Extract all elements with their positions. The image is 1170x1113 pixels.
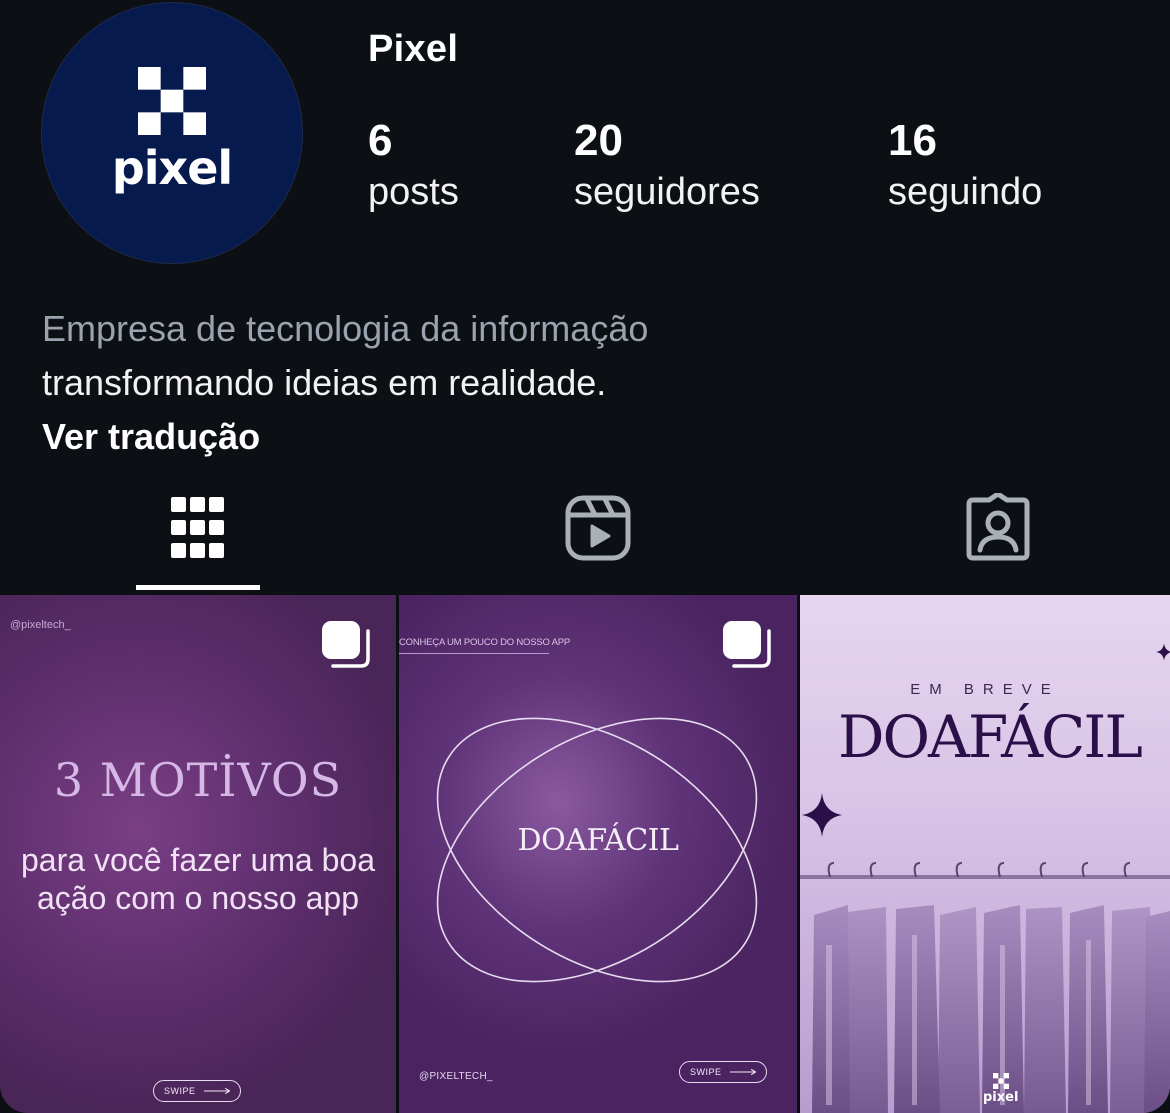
following-label: seguindo xyxy=(888,171,1043,213)
clothing-rack-image xyxy=(800,862,1170,1113)
post-1-handle: @pixeltech_ xyxy=(10,619,71,631)
swipe-indicator: SWIPE xyxy=(679,1061,767,1083)
avatar-logo-text: pixel xyxy=(111,141,233,195)
pixel-logo-icon xyxy=(138,67,206,135)
post-3-logo-text: pixel xyxy=(983,1090,1019,1105)
swipe-indicator: SWIPE xyxy=(153,1080,241,1102)
bio-line-1: Empresa de tecnologia da informação xyxy=(42,308,649,349)
tab-reels[interactable] xyxy=(558,488,638,568)
post-2-handle: @PIXELTECH_ xyxy=(419,1071,493,1082)
posts-stat[interactable]: 6 posts xyxy=(368,116,459,218)
see-translation-link[interactable]: Ver tradução xyxy=(42,410,648,464)
posts-label: posts xyxy=(368,171,459,213)
pixel-logo-icon xyxy=(992,1073,1009,1089)
followers-count: 20 xyxy=(574,116,623,165)
tagged-icon xyxy=(966,493,1030,561)
tab-tagged[interactable] xyxy=(958,488,1038,568)
carousel-icon xyxy=(322,621,370,668)
post-3-logo: pixel xyxy=(983,1073,1018,1105)
grid-icon xyxy=(171,497,224,558)
sparkle-icon xyxy=(1156,643,1170,661)
post-tile-1[interactable]: @pixeltech_ 3 MOTİVOS para você fazer um… xyxy=(0,595,396,1113)
profile-username: Pixel xyxy=(368,28,459,70)
posts-count: 6 xyxy=(368,116,393,165)
arrow-right-icon xyxy=(729,1068,756,1076)
post-tile-2[interactable]: CONHEÇA UM POUCO DO NOSSO APP DOAFÁCIL @… xyxy=(399,595,797,1113)
arrow-right-icon xyxy=(203,1087,230,1095)
sparkle-icon xyxy=(802,793,842,837)
post-3-title: DOAFÁCIL xyxy=(838,703,1143,771)
profile-bio: Empresa de tecnologia da informação tran… xyxy=(42,302,648,464)
carousel-icon xyxy=(723,621,771,668)
bio-line-2: transformando ideias em realidade. xyxy=(42,362,607,403)
post-1-body: para você fazer uma boa ação com o nosso… xyxy=(21,842,375,916)
swipe-label: SWIPE xyxy=(164,1086,196,1096)
profile-avatar[interactable]: pixel xyxy=(42,3,302,263)
followers-label: seguidores xyxy=(574,171,760,213)
followers-stat[interactable]: 20 seguidores xyxy=(574,116,760,218)
tab-posts-grid[interactable] xyxy=(158,488,238,568)
reels-icon xyxy=(565,495,631,561)
following-count: 16 xyxy=(888,116,937,165)
post-3-kicker: EM BREVE xyxy=(910,681,1060,698)
following-stat[interactable]: 16 seguindo xyxy=(888,116,1042,218)
post-tile-3[interactable]: EM BREVE DOAFÁCIL pixel xyxy=(800,595,1170,1113)
active-tab-indicator xyxy=(136,585,260,590)
post-1-title: 3 MOTİVOS xyxy=(53,753,343,807)
post-2-title: DOAFÁCIL xyxy=(517,823,679,858)
swipe-label: SWIPE xyxy=(690,1067,722,1077)
